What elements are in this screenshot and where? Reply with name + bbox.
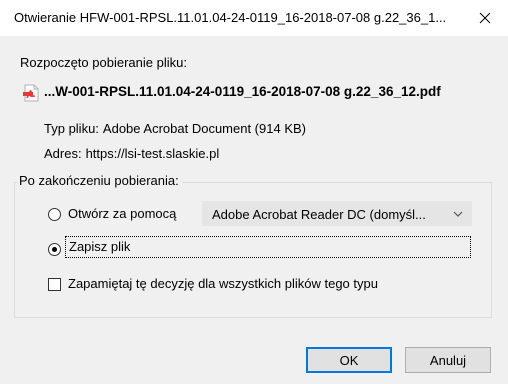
file-type-row: Typ pliku: Adobe Acrobat Document (914 KB… xyxy=(44,121,306,136)
dialog-content: Rozpoczęto pobieranie pliku: ...W-001-RP… xyxy=(0,36,508,384)
download-dialog: Otwieranie HFW-001-RPSL.11.01.04-24-0119… xyxy=(0,0,508,384)
open-with-label[interactable]: Otwórz za pomocą xyxy=(68,206,176,221)
save-file-radio[interactable] xyxy=(48,243,61,256)
address-value: https://lsi-test.slaskie.pl xyxy=(85,146,220,161)
group-legend: Po zakończeniu pobierania: xyxy=(18,173,182,188)
chevron-down-icon xyxy=(453,211,463,217)
pdf-file-icon xyxy=(23,84,39,102)
open-with-select[interactable]: Adobe Acrobat Reader DC (domyśl... xyxy=(202,201,472,226)
open-with-selected-value: Adobe Acrobat Reader DC (domyśl... xyxy=(212,207,426,222)
cancel-button[interactable]: Anuluj xyxy=(405,347,491,373)
title-bar: Otwieranie HFW-001-RPSL.11.01.04-24-0119… xyxy=(0,0,508,36)
file-type-label: Typ pliku: xyxy=(44,121,99,136)
ok-button[interactable]: OK xyxy=(306,347,392,373)
remember-decision-label[interactable]: Zapamiętaj tę decyzję dla wszystkich pli… xyxy=(68,276,378,291)
address-label: Adres: xyxy=(44,146,82,161)
open-with-radio[interactable] xyxy=(48,208,61,221)
address-row: Adres: https://lsi-test.slaskie.pl xyxy=(44,146,219,161)
file-name: ...W-001-RPSL.11.01.04-24-0119_16-2018-0… xyxy=(44,84,441,99)
remember-decision-checkbox[interactable] xyxy=(48,278,61,291)
window-title: Otwieranie HFW-001-RPSL.11.01.04-24-0119… xyxy=(14,10,447,25)
download-intro: Rozpoczęto pobieranie pliku: xyxy=(20,55,187,70)
close-icon xyxy=(479,12,491,24)
radio-selected-dot xyxy=(52,247,57,252)
file-type-value: Adobe Acrobat Document (914 KB) xyxy=(102,121,306,136)
save-file-label[interactable]: Zapisz plik xyxy=(69,239,130,254)
close-button[interactable] xyxy=(462,0,508,36)
